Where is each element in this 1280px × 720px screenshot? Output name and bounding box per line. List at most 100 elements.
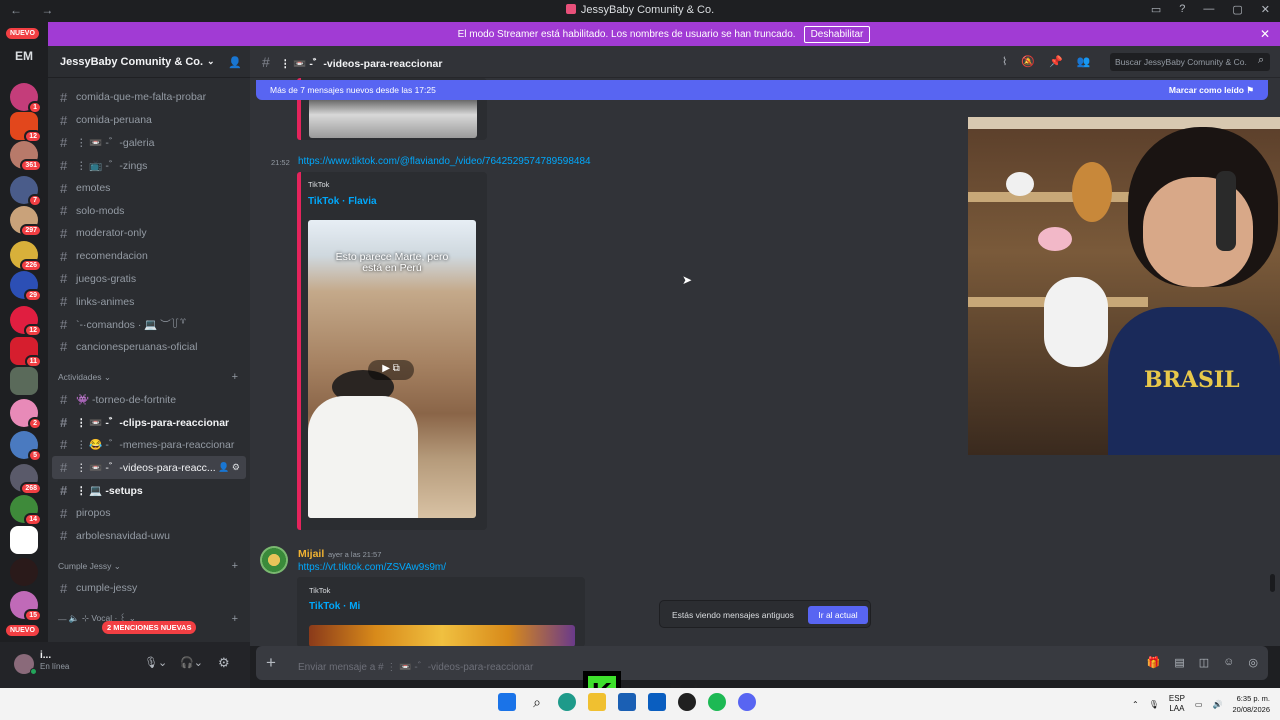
- channel-item[interactable]: # ⋮ 📼 -゛-galeria: [48, 131, 250, 154]
- new-messages-bar[interactable]: Más de 7 mensajes nuevos desde las 17:25…: [256, 80, 1268, 100]
- channel-item[interactable]: # juegos-gratis: [48, 268, 250, 291]
- network-icon[interactable]: ▭: [1195, 700, 1203, 709]
- channel-item[interactable]: # piropos: [48, 502, 250, 525]
- threads-icon[interactable]: ⌇: [1002, 55, 1007, 68]
- server-icon[interactable]: [10, 367, 38, 395]
- channel-item[interactable]: # ⋮ 📼 -゛-clips-para-reaccionar: [48, 411, 250, 434]
- embed-title[interactable]: TikTok · Mi: [309, 601, 360, 612]
- channel-item-selected[interactable]: # ⋮ 📼 -゛-videos-para-reacc... 👤 ⚙: [52, 456, 246, 479]
- channel-item[interactable]: # arbolesnavidad-uwu: [48, 524, 250, 547]
- gift-icon[interactable]: 🎁: [1147, 656, 1161, 669]
- server-icon[interactable]: 268: [10, 464, 42, 495]
- gif-icon[interactable]: ▤: [1174, 656, 1184, 669]
- avatar[interactable]: [260, 546, 288, 574]
- category-activities[interactable]: Actividades ⌄ +: [48, 366, 250, 388]
- message-input[interactable]: Enviar mensaje a # ⋮ 📼 -゛-videos-para-re…: [298, 658, 533, 673]
- minimize-button[interactable]: —: [1203, 3, 1214, 16]
- scrollbar-thumb[interactable]: [1270, 574, 1275, 592]
- server-icon[interactable]: 5: [10, 431, 42, 462]
- channel-item[interactable]: # cancionesperuanas-oficial: [48, 336, 250, 359]
- maximize-button[interactable]: ▢: [1232, 3, 1242, 16]
- channel-item[interactable]: # solo-mods: [48, 199, 250, 222]
- server-icon[interactable]: 297: [10, 206, 42, 237]
- chevron-up-icon[interactable]: ⌃: [1132, 700, 1139, 709]
- add-channel-icon[interactable]: +: [232, 613, 238, 625]
- server-icon[interactable]: 1: [10, 83, 42, 114]
- edge-icon[interactable]: [558, 693, 576, 711]
- server-icon[interactable]: 11: [10, 337, 42, 368]
- discord-icon[interactable]: [738, 693, 756, 711]
- close-icon[interactable]: ✕: [1260, 27, 1270, 41]
- help-icon[interactable]: ?: [1179, 3, 1185, 16]
- microphone-icon[interactable]: 🎙: [1149, 700, 1159, 709]
- headphones-icon[interactable]: 🎧⌄: [180, 656, 203, 669]
- close-button[interactable]: ✕: [1261, 3, 1270, 16]
- volume-icon[interactable]: 🔊: [1212, 700, 1222, 709]
- gear-icon[interactable]: ⚙: [218, 655, 230, 671]
- channel-item[interactable]: # moderator-only: [48, 222, 250, 245]
- invite-icon[interactable]: 👤: [228, 56, 242, 69]
- server-icon[interactable]: 12: [10, 112, 42, 143]
- channel-item[interactable]: # ⋮ 💻 -setups: [48, 479, 250, 502]
- server-icon[interactable]: 226: [10, 241, 42, 272]
- microphone-icon[interactable]: 🎙⌄: [144, 656, 167, 669]
- spotify-icon[interactable]: [708, 693, 726, 711]
- server-icon[interactable]: [10, 558, 38, 586]
- message-link[interactable]: https://vt.tiktok.com/ZSVAw9s9m/: [298, 562, 446, 573]
- home-button[interactable]: EM: [10, 49, 38, 71]
- server-header[interactable]: JessyBaby Comunity & Co. ⌄ 👤: [48, 46, 250, 78]
- channel-item[interactable]: # comida-peruana: [48, 109, 250, 132]
- pin-icon[interactable]: 📌: [1049, 55, 1063, 68]
- video-thumbnail[interactable]: Esto parece Marte, pero está en Perú ▶ ⧉: [308, 220, 476, 518]
- server-icon[interactable]: 2: [10, 399, 42, 430]
- channel-item[interactable]: # cumple-jessy: [48, 577, 250, 600]
- windows-start-icon[interactable]: [498, 693, 516, 711]
- notification-icon[interactable]: 🔕: [1021, 55, 1035, 68]
- channel-item[interactable]: # ⋮ 😂 -゛-memes-para-reaccionar: [48, 434, 250, 457]
- server-icon[interactable]: [10, 526, 38, 554]
- server-icon[interactable]: 14: [10, 495, 42, 526]
- category-cumple[interactable]: Cumple Jessy ⌄ +: [48, 555, 250, 577]
- mail-icon[interactable]: [618, 693, 636, 711]
- sticker-icon[interactable]: ◫: [1199, 656, 1209, 669]
- clock[interactable]: 6:35 p. m. 20/08/2026: [1232, 693, 1270, 715]
- inbox-icon[interactable]: ▭: [1151, 3, 1161, 16]
- mentions-badge[interactable]: 2 MENCIONES NUEVAS: [102, 621, 197, 634]
- add-attachment-icon[interactable]: +: [266, 653, 276, 673]
- channel-item[interactable]: # comida-que-me-falta-probar: [48, 86, 250, 109]
- message-author[interactable]: Mijail: [298, 548, 324, 560]
- obs-icon[interactable]: [678, 693, 696, 711]
- apps-icon[interactable]: ◎: [1248, 656, 1258, 669]
- channel-item[interactable]: # links-animes: [48, 290, 250, 313]
- video-thumbnail[interactable]: [309, 625, 575, 646]
- emoji-icon[interactable]: ☺: [1223, 656, 1234, 669]
- server-icon[interactable]: 29: [10, 271, 42, 302]
- channel-item[interactable]: # ⋮ 📺 -゛-zings: [48, 154, 250, 177]
- explorer-icon[interactable]: [588, 693, 606, 711]
- channel-item[interactable]: # emotes: [48, 177, 250, 200]
- server-icon[interactable]: 12: [10, 306, 42, 337]
- members-icon[interactable]: 👥: [1077, 55, 1091, 68]
- server-icon[interactable]: 361: [10, 141, 42, 172]
- language-indicator[interactable]: ESP LAA: [1169, 694, 1185, 714]
- server-icon[interactable]: 15: [10, 591, 42, 622]
- server-icon[interactable]: 7: [10, 176, 42, 207]
- new-badge[interactable]: NUEVO: [6, 28, 39, 39]
- new-badge[interactable]: NUEVO: [6, 625, 39, 636]
- disable-streamer-button[interactable]: Deshabilitar: [803, 25, 871, 43]
- search-icon[interactable]: ⌕: [528, 693, 546, 711]
- store-icon[interactable]: [648, 693, 666, 711]
- play-icon[interactable]: ▶ ⧉: [368, 360, 414, 380]
- channel-settings-icon[interactable]: 👤 ⚙: [218, 462, 240, 473]
- embed-title[interactable]: TikTok · Flavia: [308, 196, 377, 207]
- jump-to-present-button[interactable]: Ir al actual: [808, 606, 868, 624]
- channel-item[interactable]: # recomendacion: [48, 245, 250, 268]
- message-link[interactable]: https://www.tiktok.com/@flaviando_/video…: [298, 156, 591, 167]
- mark-read-button[interactable]: Marcar como leído ⚑: [1169, 85, 1254, 96]
- channel-label: ⋮ 📼 -゛-galeria: [76, 137, 155, 150]
- channel-item[interactable]: # 👾 -torneo-de-fortnite: [48, 388, 250, 411]
- search-input[interactable]: Buscar JessyBaby Comunity & Co.: [1110, 53, 1270, 71]
- add-channel-icon[interactable]: +: [232, 371, 238, 383]
- channel-item[interactable]: # `-·comandos · 💻 ︶꒦꒷: [48, 313, 250, 336]
- add-channel-icon[interactable]: +: [232, 560, 238, 572]
